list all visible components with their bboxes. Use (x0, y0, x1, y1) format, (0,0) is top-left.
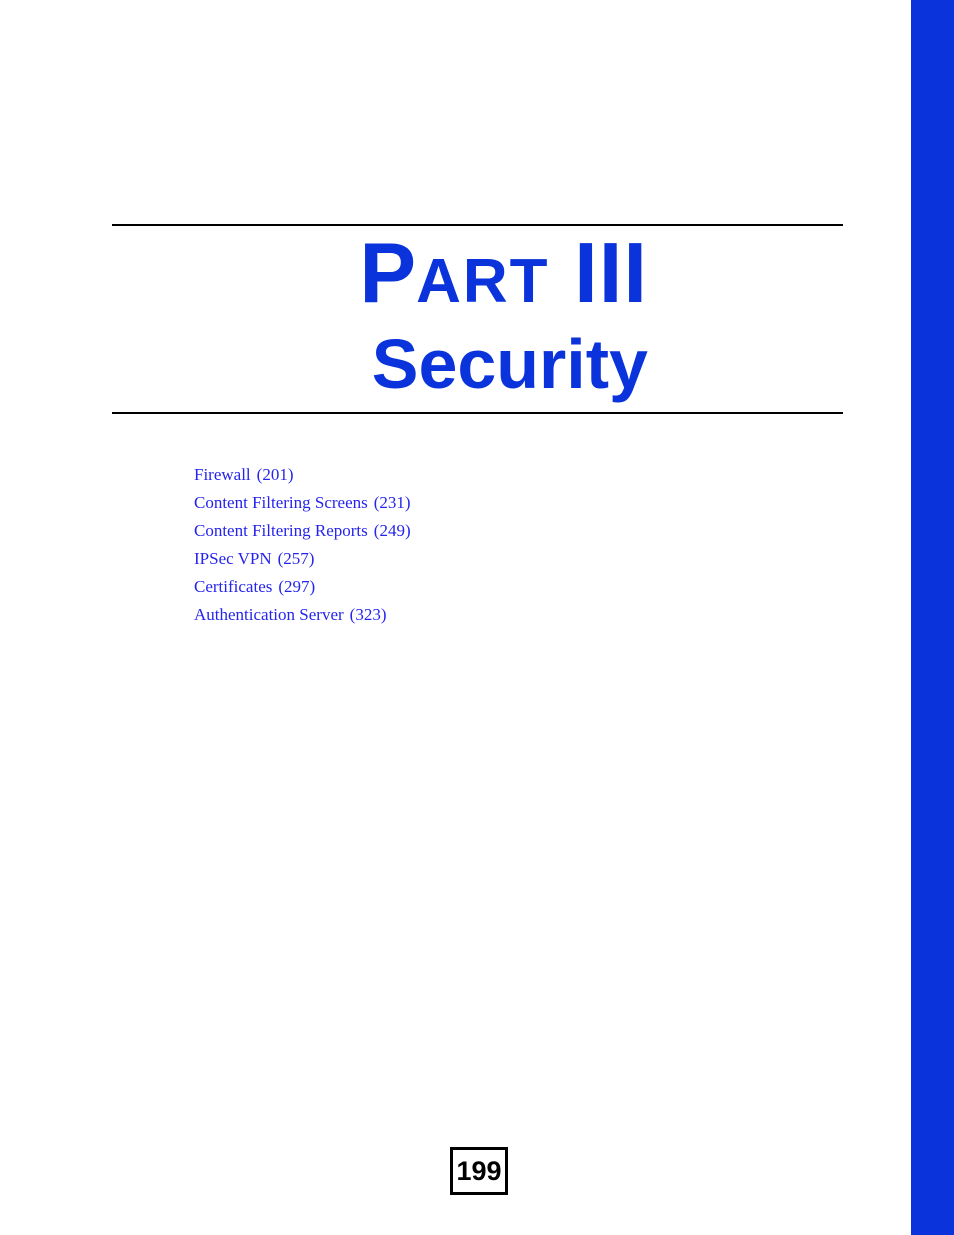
heading-bottom-rule (112, 412, 843, 414)
chapter-page-number: (297) (278, 577, 316, 596)
part-label: PART III (112, 231, 648, 324)
chapter-list: Firewall (201) Content Filtering Screens (2… (194, 461, 794, 629)
chapter-title: Content Filtering Screens (194, 493, 368, 512)
chapter-page-number: (231) (373, 493, 411, 512)
chapter-page-number: (201) (256, 465, 294, 484)
chapter-title: IPSec VPN (194, 549, 272, 568)
chapter-title: Content Filtering Reports (194, 521, 368, 540)
chapter-page-number: (257) (277, 549, 315, 568)
chapter-link[interactable]: Firewall (201) (194, 461, 794, 489)
part-heading-block: PART III Security (112, 224, 843, 414)
chapter-title: Authentication Server (194, 605, 344, 624)
part-heading-text: PART III Security (112, 226, 648, 412)
chapter-link[interactable]: Authentication Server (323) (194, 601, 794, 629)
page-number-box: 199 (450, 1147, 508, 1195)
chapter-link[interactable]: Content Filtering Reports (249) (194, 517, 794, 545)
part-number (550, 226, 575, 321)
part-label-lead: P (359, 226, 417, 321)
page-number: 199 (456, 1155, 502, 1186)
part-number-value: III (574, 226, 648, 321)
chapter-page-number: (323) (349, 605, 387, 624)
chapter-page-number: (249) (373, 521, 411, 540)
chapter-title: Certificates (194, 577, 273, 596)
part-label-rest: ART (416, 247, 550, 316)
chapter-link[interactable]: Certificates (297) (194, 573, 794, 601)
page-title: Security (371, 325, 648, 403)
chapter-link[interactable]: Content Filtering Screens (231) (194, 489, 794, 517)
chapter-link[interactable]: IPSec VPN (257) (194, 545, 794, 573)
right-edge-blue-bar (911, 0, 954, 1235)
chapter-title: Firewall (194, 465, 251, 484)
